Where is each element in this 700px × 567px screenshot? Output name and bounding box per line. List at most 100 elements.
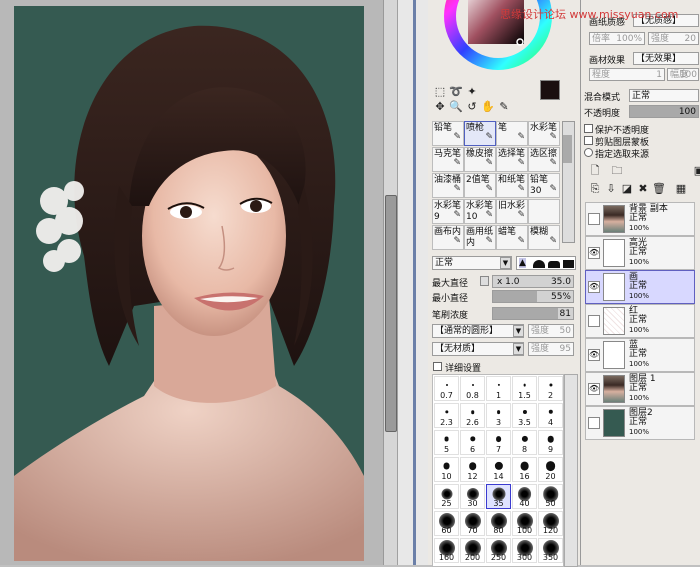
lasso-icon[interactable]: ➰	[448, 84, 464, 100]
brush-size-cell[interactable]: 300	[512, 538, 537, 563]
degree-field[interactable]: 程度 1	[589, 68, 665, 81]
brush-item[interactable]: 旧水彩 ✎	[496, 199, 528, 224]
brush-shape-select[interactable]: 【通常的圆形】	[432, 324, 524, 338]
brush-size-cell[interactable]: 250	[486, 538, 511, 563]
brush-size-cell[interactable]: 1	[486, 376, 511, 401]
brush-item[interactable]: 铅笔30 ✎	[528, 173, 560, 198]
merge-down-icon[interactable]: ⇩	[603, 181, 619, 197]
layer-row[interactable]: 👁 蓝正常 100%	[585, 338, 695, 372]
shape-dome-icon[interactable]	[533, 260, 545, 268]
painting-canvas[interactable]	[14, 6, 364, 561]
main-color-swatch[interactable]	[540, 80, 560, 100]
brush-size-cell[interactable]: 30	[460, 484, 485, 509]
max-diameter-slider[interactable]: x 1.0 35.0	[492, 275, 574, 288]
brush-size-cell[interactable]: 6	[460, 430, 485, 455]
brush-size-cell[interactable]: 5	[434, 430, 459, 455]
layer-row[interactable]: 👁 画正常 100%	[585, 270, 695, 304]
brush-size-cell[interactable]: 9	[538, 430, 563, 455]
brush-size-cell[interactable]: 40	[512, 484, 537, 509]
dropdown-arrow-icon[interactable]: ▼	[513, 325, 524, 337]
brush-item[interactable]: 水彩笔9 ✎	[432, 199, 464, 224]
brush-item[interactable]: 模糊 ✎	[528, 225, 560, 250]
selection-source-radio[interactable]	[584, 148, 593, 157]
brush-size-cell[interactable]: 35	[486, 484, 511, 509]
brush-item[interactable]: 橡皮擦 ✎	[464, 147, 496, 172]
brush-scrollbar-thumb[interactable]	[563, 135, 572, 163]
brush-size-cell[interactable]: 160	[434, 538, 459, 563]
brush-size-cell[interactable]: 70	[460, 511, 485, 536]
min-diameter-slider[interactable]: 55%	[492, 290, 574, 303]
move-icon[interactable]: ✥	[432, 99, 448, 115]
layer-visibility-icon[interactable]: 👁	[588, 349, 600, 361]
size-scrollbar[interactable]	[564, 374, 578, 567]
scrollbar-thumb[interactable]	[385, 195, 397, 432]
rect-select-icon[interactable]: ⬚	[432, 84, 448, 100]
density-slider[interactable]: 81	[492, 307, 574, 320]
layer-settings-icon[interactable]: ▦	[673, 181, 689, 197]
brush-item[interactable]: 选择笔 ✎	[496, 147, 528, 172]
brush-item[interactable]: 喷枪 ✎	[464, 121, 496, 146]
brush-size-cell[interactable]: 0.7	[434, 376, 459, 401]
layer-row[interactable]: 背景 副本 正常 100%	[585, 202, 695, 236]
brush-item[interactable]: 蜡笔 ✎	[496, 225, 528, 250]
brush-texture-select[interactable]: 【无材质】	[432, 342, 524, 356]
layer-row[interactable]: 👁 高光 正常 100%	[585, 236, 695, 270]
brush-item[interactable]: 和纸笔 ✎	[496, 173, 528, 198]
brush-size-cell[interactable]: 16	[512, 457, 537, 482]
layer-row[interactable]: 👁 图层 1 正常 100%	[585, 372, 695, 406]
brush-size-cell[interactable]: 50	[538, 484, 563, 509]
brush-size-cell[interactable]: 25	[434, 484, 459, 509]
layer-row[interactable]: 图层2 正常 100%	[585, 406, 695, 440]
magic-wand-icon[interactable]: ✦	[464, 84, 480, 100]
layer-visibility-icon[interactable]	[588, 417, 600, 429]
delete-layer-icon[interactable]: 🗑	[651, 181, 667, 197]
hand-icon[interactable]: ✋	[480, 99, 496, 115]
rotate-icon[interactable]: ↺	[464, 99, 480, 115]
brush-size-cell[interactable]: 7	[486, 430, 511, 455]
shape-square-icon[interactable]	[563, 260, 574, 268]
width-field[interactable]: 幅度 100	[667, 68, 699, 81]
protect-opacity-checkbox[interactable]	[584, 124, 593, 133]
brush-item[interactable]: 铅笔 ✎	[432, 121, 464, 146]
brush-item[interactable]: 油漆桶 ✎	[432, 173, 464, 198]
brush-size-cell[interactable]: 20	[538, 457, 563, 482]
brush-item[interactable]: 笔 ✎	[496, 121, 528, 146]
zoom-icon[interactable]: 🔍	[448, 99, 464, 115]
brush-size-cell[interactable]: 8	[512, 430, 537, 455]
mix-mode-select[interactable]: 正常	[629, 89, 699, 102]
layer-visibility-icon[interactable]: 👁	[588, 247, 600, 259]
brush-item[interactable]: 2值笔 ✎	[464, 173, 496, 198]
paper-strength-field[interactable]: 强度 20	[648, 32, 699, 45]
opacity-slider[interactable]: 100	[629, 105, 699, 118]
brush-item[interactable]: 画用纸内 ✎	[464, 225, 496, 250]
brush-size-cell[interactable]: 1.5	[512, 376, 537, 401]
clipping-mask-checkbox[interactable]	[584, 136, 593, 145]
new-folder-icon[interactable]: 🗀	[609, 163, 625, 179]
brush-item[interactable]: 水彩笔10 ✎	[464, 199, 496, 224]
brush-size-cell[interactable]: 14	[486, 457, 511, 482]
brush-item[interactable]	[528, 199, 560, 224]
magnification-field[interactable]: 倍率 100%	[589, 32, 645, 45]
brush-shape-buttons[interactable]: ▲	[516, 256, 576, 270]
brush-item[interactable]: 马克笔 ✎	[432, 147, 464, 172]
shape-triangle-icon[interactable]: ▲	[519, 258, 526, 268]
texture-strength-field[interactable]: 强度 95	[528, 342, 574, 356]
shape-flat-icon[interactable]	[548, 261, 560, 268]
brush-size-cell[interactable]: 3	[486, 403, 511, 428]
brush-size-cell[interactable]: 350	[538, 538, 563, 563]
brush-size-cell[interactable]: 10	[434, 457, 459, 482]
new-layer-icon[interactable]: 🗋	[587, 163, 603, 179]
brush-size-cell[interactable]: 60	[434, 511, 459, 536]
brush-size-cell[interactable]: 4	[538, 403, 563, 428]
brush-item[interactable]: 水彩笔 ✎	[528, 121, 560, 146]
brush-size-cell[interactable]: 80	[486, 511, 511, 536]
clear-layer-icon[interactable]: ✖	[635, 181, 651, 197]
brush-item[interactable]: 画布内 ✎	[432, 225, 464, 250]
brush-size-cell[interactable]: 100	[512, 511, 537, 536]
brush-size-cell[interactable]: 2	[538, 376, 563, 401]
diameter-link-toggle[interactable]	[480, 276, 489, 286]
copy-layer-icon[interactable]: ⎘	[587, 181, 603, 197]
layer-visibility-icon[interactable]: 👁	[588, 281, 600, 293]
eyedropper-icon[interactable]: ✎	[496, 99, 512, 115]
dropdown-arrow-icon[interactable]: ▼	[513, 343, 524, 355]
